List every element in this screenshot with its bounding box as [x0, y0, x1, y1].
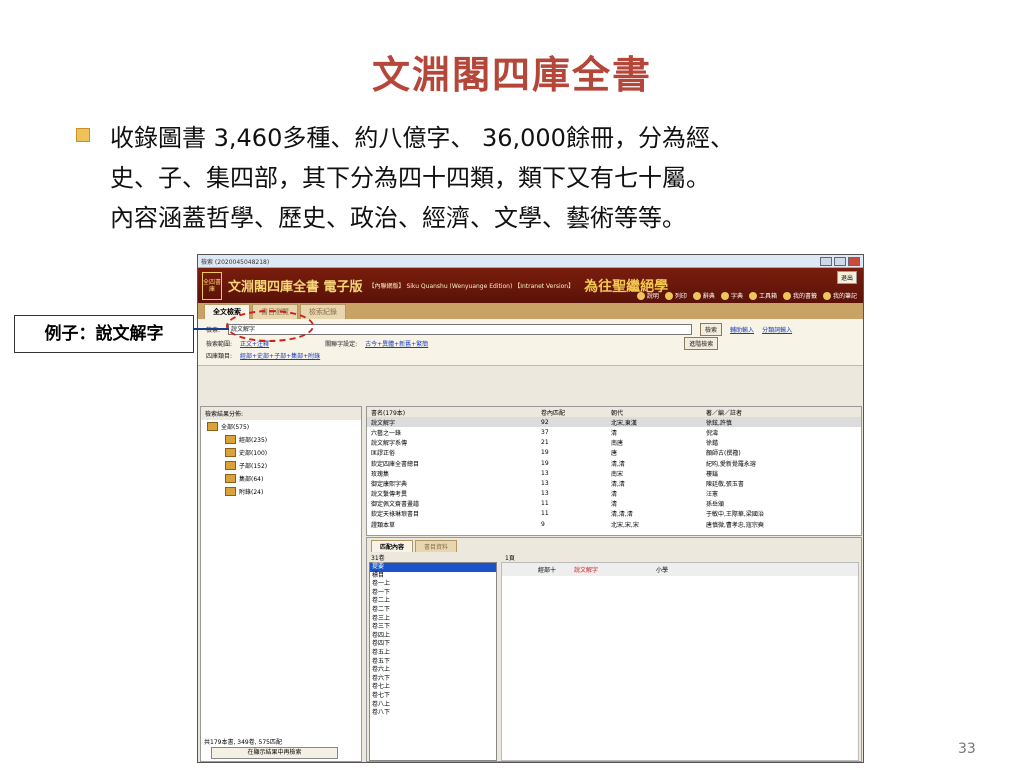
exit-button[interactable]: 退出 [836, 271, 857, 284]
tree-item[interactable]: 史部(100) [201, 446, 361, 459]
bullet-line: 史、子、集四部，其下分為四十四類，類下又有七十屬。 [110, 164, 710, 192]
folder-icon [225, 461, 236, 470]
folder-icon [225, 474, 236, 483]
list-item[interactable]: 卷二上 [370, 597, 496, 606]
tree-item[interactable]: 附錄(24) [201, 485, 361, 498]
table-row[interactable]: 說文繫傳考異 13 清汪憲 [367, 489, 861, 499]
category-value-link[interactable]: 經部+史部+子部+集部+附錄 [240, 351, 320, 360]
folder-icon [225, 435, 236, 444]
table-row[interactable]: 御定康熙字典 13 清,清 陳廷敬,張玉書 [367, 478, 861, 488]
tool-notes[interactable]: 我的筆記 [822, 291, 857, 300]
tab-book-info[interactable]: 書目資料 [415, 540, 458, 552]
example-callout: 例子：說文解字 [14, 315, 194, 353]
slide-title: 文淵閣四庫全書 [371, 53, 652, 97]
tab-matched-content[interactable]: 匹配內容 [371, 540, 414, 552]
dictionary-icon [692, 292, 701, 300]
tool-toolbox[interactable]: 工具箱 [748, 291, 777, 300]
list-item[interactable]: 卷一上 [370, 580, 496, 589]
callout-arrow [191, 328, 229, 330]
page-number: 33 [958, 741, 976, 757]
character-icon [720, 292, 729, 300]
bullet-line: 內容涵蓋哲學、歷史、政治、經濟、文學、藝術等等。 [110, 204, 686, 232]
folder-icon [207, 422, 218, 431]
app-logo: 全四書庫 [202, 271, 222, 300]
tool-help[interactable]: 說明 [636, 291, 659, 300]
minimize-icon[interactable] [820, 256, 832, 266]
search-button[interactable]: 檢索 [700, 323, 723, 336]
assist-input-link[interactable]: 輔助輸入 [730, 325, 754, 334]
result-summary: 共179本書, 349卷, 575匹配 [204, 739, 282, 746]
bullet-text: 收錄圖書 3,460多種、約八億字、 36,000餘冊，分為經、 史、子、集四部… [110, 118, 976, 238]
bullet-line: 收錄圖書 3,460多種、約八億字、 36,000餘冊，分為經、 [110, 124, 734, 152]
help-icon [636, 292, 645, 300]
category-label: 四庫類目: [206, 353, 233, 360]
table-row[interactable]: 說文解字系傳 21 南唐 徐鍇 [367, 438, 861, 448]
list-item[interactable]: 卷八下 [370, 709, 496, 718]
edition-label: 【內聯網版】 Siku Quanshu (Wenyuange Edition) … [368, 283, 575, 290]
bullet-marker-icon [76, 128, 90, 142]
table-row[interactable]: 玫瑰集 13 南宋 樓鑰 [367, 468, 861, 478]
table-row[interactable]: 御定佩文齋書畫譜 11 清孫岳頒 [367, 499, 861, 509]
volume-count: 31卷 [371, 555, 385, 562]
related-value-link[interactable]: 古今+異體+新舊+繁簡 [365, 339, 428, 348]
highlight-oval [226, 310, 314, 342]
window-title: 檢索 (2020045048218) [201, 258, 270, 266]
bullet-block: 收錄圖書 3,460多種、約八億字、 36,000餘冊，分為經、 史、子、集四部… [76, 118, 976, 238]
match-line[interactable]: 經部十 說文解字 小學 [502, 563, 858, 576]
brand-title: 文淵閣四庫全書 電子版 [228, 280, 363, 295]
close-icon[interactable] [848, 256, 860, 266]
detail-tabs: 匹配內容 書目資料 [367, 538, 861, 552]
table-row[interactable]: 證類本草 9 北宋,宋,宋 唐慎微,曹孝忠,寇宗奭 [367, 519, 861, 529]
refine-search-button[interactable]: 在顯示結果中再檢索 [211, 747, 338, 759]
list-item[interactable]: 卷六上 [370, 666, 496, 675]
note-icon [822, 292, 831, 300]
list-item[interactable]: 提要 [370, 563, 496, 572]
list-item[interactable]: 卷二下 [370, 606, 496, 615]
app-banner: 全四書庫 文淵閣四庫全書 電子版 【內聯網版】 Siku Quanshu (We… [198, 268, 863, 303]
content-view: 經部十 說文解字 小學 [501, 562, 859, 761]
category-input-link[interactable]: 分類詞輸入 [762, 325, 792, 334]
results-table: 書名(179本) 卷內匹配 朝代 著／編／註者 說文解字 92 北宋,東漢 徐鉉,許慎… [366, 406, 862, 536]
detail-panel: 匹配內容 書目資料 31卷 1頁 提要 標目 卷一上 卷一下 卷二上 卷二下 卷… [366, 537, 862, 762]
tree-item[interactable]: 經部(235) [201, 433, 361, 446]
table-header: 書名(179本) 卷內匹配 朝代 著／編／註者 [367, 407, 861, 418]
window-titlebar: 檢索 (2020045048218) [198, 255, 863, 268]
result-tree-panel: 檢索結果分佈: 全部(575) 經部(235) 史部(100) 子部(152) … [200, 406, 362, 762]
tool-character-dict[interactable]: 字典 [720, 291, 743, 300]
tool-dictionary[interactable]: 辭典 [692, 291, 715, 300]
table-row[interactable]: 六藝之一錄 37 清倪濤 [367, 427, 861, 437]
list-item[interactable]: 卷七上 [370, 683, 496, 692]
maximize-icon[interactable] [834, 256, 846, 266]
advanced-search-button[interactable]: 進階檢索 [684, 337, 719, 350]
folder-icon [225, 448, 236, 457]
table-row[interactable]: 說文解字 92 北宋,東漢 徐鉉,許慎 [367, 417, 861, 428]
tree-header: 檢索結果分佈: [201, 407, 361, 420]
tool-bookmarks[interactable]: 我的書籤 [782, 291, 817, 300]
folder-icon [225, 487, 236, 496]
bookmark-icon [782, 292, 791, 300]
tree-item[interactable]: 子部(152) [201, 459, 361, 472]
tree-item[interactable]: 全部(575) [201, 420, 361, 433]
list-item[interactable]: 卷七下 [370, 692, 496, 701]
list-item[interactable]: 卷五下 [370, 658, 496, 667]
print-icon [664, 292, 673, 300]
tool-print[interactable]: 列印 [664, 291, 687, 300]
table-row[interactable]: 匡謬正俗 19 唐顏師古(撰籀) [367, 448, 861, 458]
toolbox-icon [748, 292, 757, 300]
table-row[interactable]: 欽定天祿琳琅書目 11 清,清,清 于敏中,王際華,梁國治 [367, 509, 861, 519]
list-item[interactable]: 卷八上 [370, 701, 496, 710]
table-row[interactable]: 欽定四庫全書總目 19 清,清 紀昀,愛新覺羅永瑢 [367, 458, 861, 468]
list-item[interactable]: 標目 [370, 572, 496, 581]
list-item[interactable]: 卷三上 [370, 615, 496, 624]
list-item[interactable]: 卷四下 [370, 640, 496, 649]
related-label: 關聯字設定: [325, 341, 358, 348]
range-label: 檢索範圍: [206, 341, 233, 348]
page-count: 1頁 [505, 555, 515, 562]
volume-list: 提要 標目 卷一上 卷一下 卷二上 卷二下 卷三上 卷三下 卷四上 卷四下 卷五… [369, 562, 497, 761]
toolbar: 說明 列印 辭典 字典 工具箱 我的書籤 我的筆記 [636, 291, 857, 300]
matched-term: 說文解字 [574, 567, 599, 574]
list-item[interactable]: 卷三下 [370, 623, 496, 632]
tree-item[interactable]: 集部(64) [201, 472, 361, 485]
list-item[interactable]: 卷五上 [370, 649, 496, 658]
